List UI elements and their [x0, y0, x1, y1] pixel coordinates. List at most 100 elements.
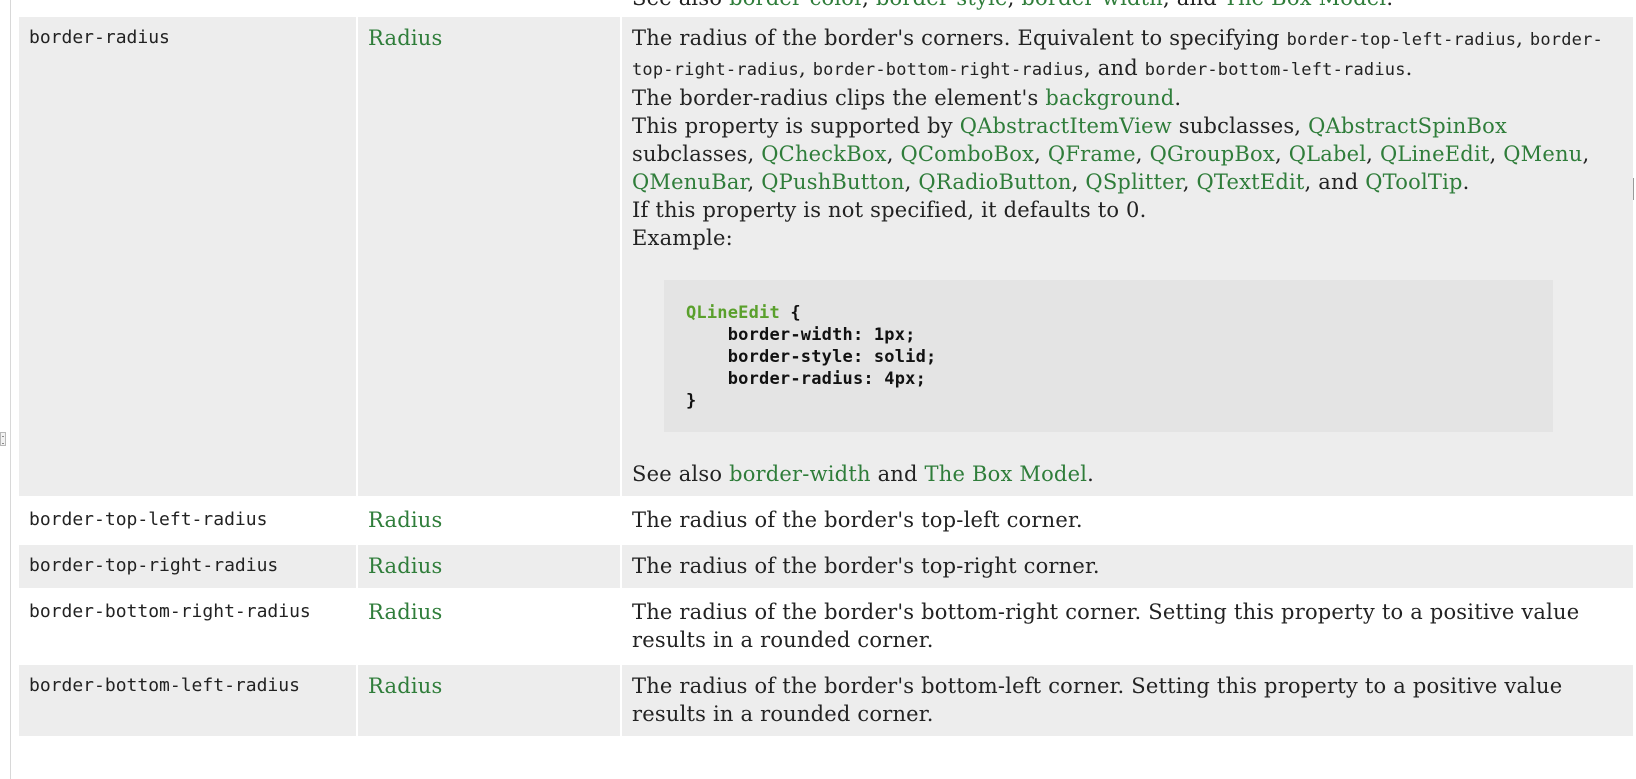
separator: ,	[1366, 142, 1380, 166]
separator: subclasses,	[632, 142, 762, 166]
period: .	[1386, 0, 1393, 10]
link-border-color[interactable]: border-color	[729, 0, 862, 10]
link-qgroupbox[interactable]: QGroupBox	[1150, 142, 1275, 166]
desc-text: The radius of the border's corners. Equi…	[632, 26, 1287, 50]
table-row-border-top-right-radius: border-top-right-radius Radius The radiu…	[19, 545, 1635, 588]
table-row-border-bottom-left-radius: border-bottom-left-radius Radius The rad…	[19, 665, 1635, 736]
separator: , and	[1084, 56, 1145, 80]
splitter-grip-icon[interactable]	[0, 432, 6, 446]
type-cell: Radius	[358, 17, 620, 496]
link-qsplitter[interactable]: QSplitter	[1085, 170, 1182, 194]
link-qcheckbox[interactable]: QCheckBox	[761, 142, 886, 166]
see-also-prefix: See also	[632, 0, 729, 10]
separator: ,	[1182, 170, 1197, 194]
table-row-border-radius: border-radius Radius The radius of the b…	[19, 17, 1635, 496]
separator: , and	[1163, 0, 1224, 10]
desc-paragraph-equivalent: The radius of the border's corners. Equi…	[632, 24, 1623, 84]
property-name: border-bottom-left-radius	[19, 665, 356, 736]
link-qabstractspinbox[interactable]: QAbstractSpinBox	[1308, 114, 1507, 138]
property-table: See also border-color, border-style, bor…	[19, 0, 1635, 739]
desc-text: The border-radius clips the element's	[632, 86, 1046, 110]
code-selector: QLineEdit	[686, 303, 780, 323]
type-cell: Radius	[358, 591, 620, 662]
separator: ,	[1008, 0, 1022, 10]
code-line-border-width: border-width: 1px;	[686, 325, 916, 345]
desc-paragraph-default: If this property is not specified, it de…	[632, 198, 1147, 222]
period: .	[1405, 56, 1413, 80]
type-cell: Radius	[358, 545, 620, 588]
separator: ,	[1071, 170, 1086, 194]
left-splitter[interactable]	[0, 0, 11, 779]
link-qframe[interactable]: QFrame	[1048, 142, 1136, 166]
code-border-top-left-radius: border-top-left-radius	[1286, 30, 1517, 50]
separator: , and	[1304, 170, 1366, 194]
link-qmenubar[interactable]: QMenuBar	[632, 170, 747, 194]
period: .	[1174, 86, 1182, 110]
type-link-radius[interactable]: Radius	[368, 674, 442, 698]
code-open-brace: {	[779, 303, 801, 323]
table-row-border-bottom-right-radius: border-bottom-right-radius Radius The ra…	[19, 591, 1635, 662]
separator: ,	[798, 56, 813, 80]
link-qabstractitemview[interactable]: QAbstractItemView	[960, 114, 1172, 138]
type-link-radius[interactable]: Radius	[368, 508, 442, 532]
type-link-radius[interactable]: Radius	[368, 554, 442, 578]
description-cell: The radius of the border's bottom-left c…	[622, 665, 1633, 736]
desc-text: This property is supported by	[632, 114, 960, 138]
code-line-border-radius: border-radius: 4px;	[686, 369, 927, 389]
separator: ,	[886, 142, 901, 166]
table-row-border-top-left-radius: border-top-left-radius Radius The radius…	[19, 499, 1635, 542]
property-name: border-bottom-right-radius	[19, 591, 356, 662]
separator: ,	[1516, 26, 1530, 50]
link-border-width[interactable]: border-width	[1021, 0, 1163, 10]
separator: ,	[747, 170, 762, 194]
code-close-brace: }	[686, 391, 697, 411]
code-line-border-style: border-style: solid;	[686, 347, 937, 367]
description-cell: The radius of the border's bottom-right …	[622, 591, 1633, 662]
link-qmenu[interactable]: QMenu	[1503, 142, 1582, 166]
property-cell	[19, 0, 356, 14]
description-cell: The radius of the border's corners. Equi…	[622, 17, 1633, 496]
link-border-style[interactable]: border-style	[876, 0, 1008, 10]
separator: ,	[1135, 142, 1150, 166]
link-qlabel[interactable]: QLabel	[1289, 142, 1366, 166]
description-cell: The radius of the border's top-left corn…	[622, 499, 1633, 542]
separator: ,	[1034, 142, 1048, 166]
separator: ,	[1274, 142, 1289, 166]
link-qtextedit[interactable]: QTextEdit	[1197, 170, 1305, 194]
desc-paragraph-clips: The border-radius clips the element's ba…	[632, 84, 1623, 112]
type-cell	[358, 0, 620, 14]
property-name: border-top-left-radius	[19, 499, 356, 542]
table-row-partial: See also border-color, border-style, bor…	[19, 0, 1635, 14]
separator: ,	[1582, 142, 1590, 166]
link-box-model[interactable]: The Box Model	[1224, 0, 1387, 10]
type-link-radius[interactable]: Radius	[368, 26, 442, 50]
link-qlineedit[interactable]: QLineEdit	[1380, 142, 1490, 166]
type-cell: Radius	[358, 499, 620, 542]
separator: and	[870, 462, 925, 486]
separator: ,	[904, 170, 919, 194]
period: .	[1087, 462, 1094, 486]
desc-paragraph-supported: This property is supported by QAbstractI…	[632, 112, 1623, 196]
separator: ,	[862, 0, 876, 10]
link-background[interactable]: background	[1045, 86, 1174, 110]
separator: ,	[1489, 142, 1504, 166]
type-cell: Radius	[358, 665, 620, 736]
link-qcombobox[interactable]: QComboBox	[900, 142, 1034, 166]
link-border-width[interactable]: border-width	[729, 462, 871, 486]
desc-paragraph-example-label: Example:	[632, 226, 733, 250]
type-link-radius[interactable]: Radius	[368, 600, 442, 624]
link-qpushbutton[interactable]: QPushButton	[761, 170, 904, 194]
property-name: border-radius	[19, 17, 356, 496]
code-border-bottom-right-radius: border-bottom-right-radius	[812, 60, 1085, 80]
code-example-block: QLineEdit { border-width: 1px; border-st…	[664, 280, 1553, 432]
code-border-bottom-left-radius: border-bottom-left-radius	[1144, 60, 1406, 80]
link-qtooltip[interactable]: QToolTip	[1365, 170, 1462, 194]
see-also-prefix: See also	[632, 462, 730, 486]
desc-paragraph-see-also: See also border-width and The Box Model.	[632, 460, 1623, 488]
link-qradiobutton[interactable]: QRadioButton	[918, 170, 1071, 194]
separator: .	[1462, 170, 1470, 194]
separator: subclasses,	[1171, 114, 1309, 138]
link-box-model[interactable]: The Box Model	[925, 462, 1088, 486]
description-cell: The radius of the border's top-right cor…	[622, 545, 1633, 588]
property-name: border-top-right-radius	[19, 545, 356, 588]
